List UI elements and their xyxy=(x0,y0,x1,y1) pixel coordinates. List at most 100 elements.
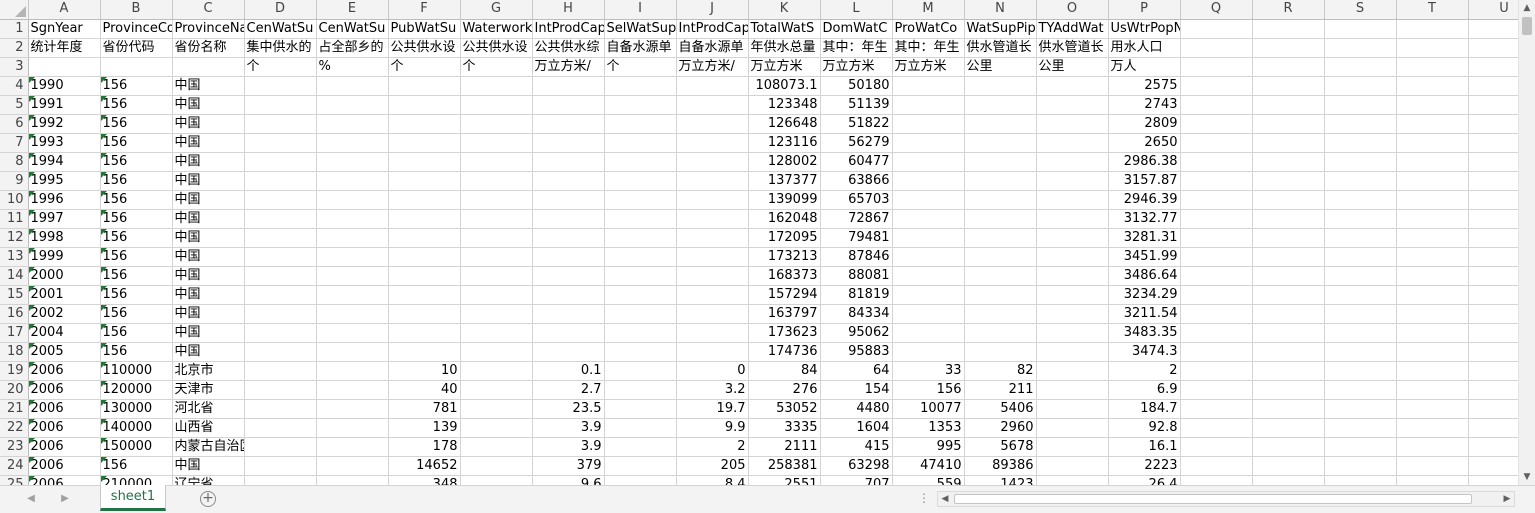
cell[interactable]: SelWatSup xyxy=(604,19,677,39)
cell[interactable]: 89386 xyxy=(964,456,1037,476)
cell[interactable] xyxy=(388,323,461,343)
cell[interactable] xyxy=(28,57,101,77)
cell[interactable]: 157294 xyxy=(748,285,821,305)
column-header-n[interactable]: N xyxy=(964,0,1037,20)
cell[interactable] xyxy=(1324,228,1397,248)
row-header[interactable]: 16 xyxy=(0,304,29,324)
cell[interactable]: 5406 xyxy=(964,399,1037,419)
cell[interactable]: 162048 xyxy=(748,209,821,229)
cell[interactable] xyxy=(1036,456,1109,476)
cell[interactable]: 1604 xyxy=(820,418,893,438)
cell[interactable] xyxy=(1180,76,1253,96)
cell[interactable] xyxy=(1468,133,1518,153)
cell[interactable]: 379 xyxy=(532,456,605,476)
column-header-h[interactable]: H xyxy=(532,0,605,20)
cell[interactable] xyxy=(1252,380,1325,400)
cell[interactable]: 用水人口 xyxy=(1108,38,1181,58)
cell[interactable] xyxy=(604,209,677,229)
cell[interactable] xyxy=(460,475,533,485)
cell[interactable] xyxy=(460,152,533,172)
cell[interactable] xyxy=(460,323,533,343)
cell[interactable]: 258381 xyxy=(748,456,821,476)
cell[interactable] xyxy=(604,114,677,134)
cell[interactable] xyxy=(1396,323,1469,343)
cell[interactable] xyxy=(1396,76,1469,96)
cell[interactable]: 2006 xyxy=(28,380,101,400)
cell[interactable] xyxy=(532,133,605,153)
cell[interactable]: 156 xyxy=(892,380,965,400)
cell[interactable] xyxy=(388,152,461,172)
cell[interactable]: 2006 xyxy=(28,399,101,419)
row-header[interactable]: 6 xyxy=(0,114,29,134)
cell[interactable] xyxy=(1252,57,1325,77)
cell[interactable]: 64 xyxy=(820,361,893,381)
cell[interactable] xyxy=(460,228,533,248)
cell[interactable]: 139 xyxy=(388,418,461,438)
cell[interactable] xyxy=(1396,133,1469,153)
row-header[interactable]: 24 xyxy=(0,456,29,476)
cell[interactable]: 130000 xyxy=(100,399,173,419)
cell[interactable] xyxy=(892,152,965,172)
cell[interactable]: 40 xyxy=(388,380,461,400)
row-header[interactable]: 10 xyxy=(0,190,29,210)
cell[interactable]: 0 xyxy=(676,361,749,381)
row-header[interactable]: 1 xyxy=(0,19,29,39)
cell[interactable] xyxy=(1468,285,1518,305)
cell[interactable] xyxy=(1252,133,1325,153)
cell[interactable] xyxy=(1324,285,1397,305)
cell[interactable]: 156 xyxy=(100,266,173,286)
cell[interactable] xyxy=(964,285,1037,305)
cell[interactable] xyxy=(460,114,533,134)
cell[interactable] xyxy=(1468,456,1518,476)
cell[interactable]: 万立方米 xyxy=(892,57,965,77)
cell[interactable]: 84334 xyxy=(820,304,893,324)
cell[interactable] xyxy=(1180,95,1253,115)
cell[interactable] xyxy=(1324,133,1397,153)
cell[interactable] xyxy=(1324,38,1397,58)
cell[interactable] xyxy=(892,323,965,343)
row-header[interactable]: 25 xyxy=(0,475,29,485)
cell[interactable] xyxy=(1180,133,1253,153)
cell[interactable]: 公共供水设 xyxy=(388,38,461,58)
cell[interactable] xyxy=(676,342,749,362)
cell[interactable]: 1353 xyxy=(892,418,965,438)
cell[interactable] xyxy=(460,76,533,96)
cell[interactable]: 156 xyxy=(100,304,173,324)
cell[interactable]: 万立方米 xyxy=(820,57,893,77)
cell[interactable] xyxy=(532,171,605,191)
cell[interactable]: 0.1 xyxy=(532,361,605,381)
cell[interactable]: 占全部乡的 xyxy=(316,38,389,58)
cell[interactable] xyxy=(1180,171,1253,191)
cell[interactable] xyxy=(1468,361,1518,381)
cell[interactable]: ProvinceCo xyxy=(100,19,173,39)
cell[interactable]: 95062 xyxy=(820,323,893,343)
cell[interactable] xyxy=(244,171,317,191)
cell[interactable] xyxy=(532,209,605,229)
cell[interactable] xyxy=(1324,171,1397,191)
cell[interactable]: SgnYear xyxy=(28,19,101,39)
cell[interactable]: 65703 xyxy=(820,190,893,210)
cell[interactable]: 156 xyxy=(100,342,173,362)
cell[interactable] xyxy=(1180,38,1253,58)
cell[interactable]: 省份名称 xyxy=(172,38,245,58)
add-sheet-icon[interactable]: + xyxy=(200,491,216,507)
row-header[interactable]: 13 xyxy=(0,247,29,267)
cell[interactable] xyxy=(1468,475,1518,485)
cell[interactable] xyxy=(1036,190,1109,210)
cell[interactable] xyxy=(1180,152,1253,172)
cell[interactable] xyxy=(244,114,317,134)
cell[interactable]: 2005 xyxy=(28,342,101,362)
cell[interactable] xyxy=(244,76,317,96)
cell[interactable] xyxy=(604,437,677,457)
cell[interactable]: IntProdCap xyxy=(532,19,605,39)
scroll-down-icon[interactable]: ▼ xyxy=(1519,469,1535,485)
cell[interactable]: 1991 xyxy=(28,95,101,115)
cell[interactable] xyxy=(1468,57,1518,77)
cell[interactable]: 山西省 xyxy=(172,418,245,438)
cell[interactable]: PubWatSu xyxy=(388,19,461,39)
cell[interactable] xyxy=(1468,228,1518,248)
cell[interactable]: 其中：年生 xyxy=(892,38,965,58)
cell[interactable] xyxy=(316,304,389,324)
cell[interactable] xyxy=(316,209,389,229)
cell[interactable]: 3234.29 xyxy=(1108,285,1181,305)
